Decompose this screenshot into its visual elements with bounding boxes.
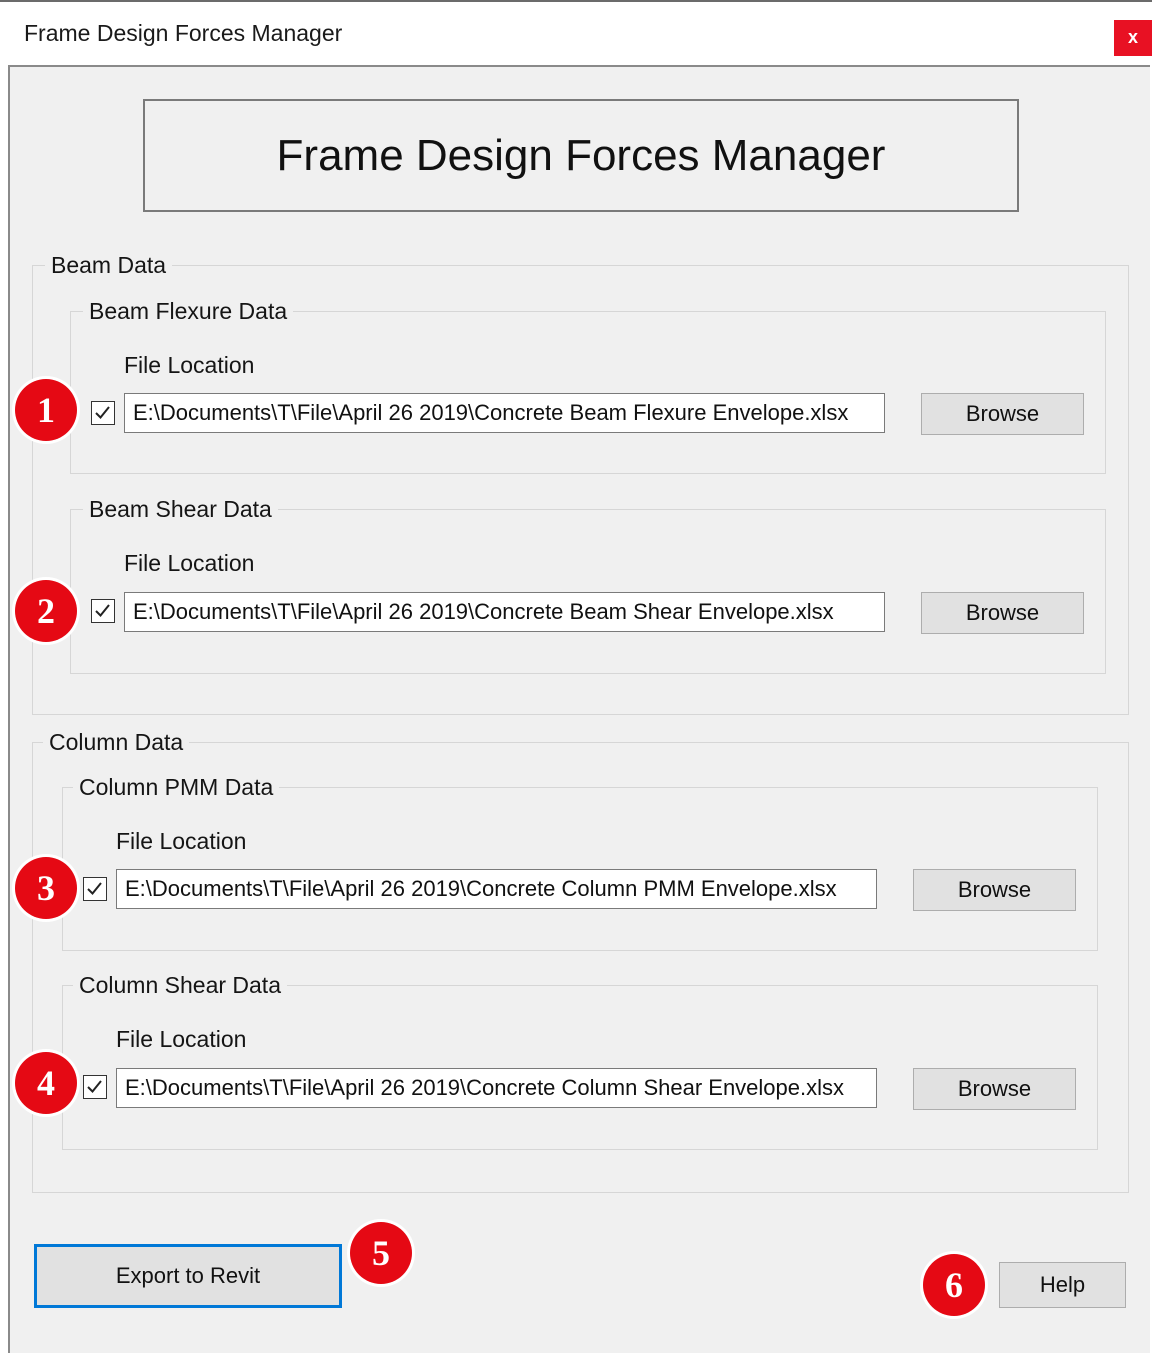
annotation-badge-3: 3 bbox=[15, 857, 77, 919]
checkmark-icon bbox=[95, 406, 110, 419]
annotation-badge-2: 2 bbox=[15, 580, 77, 642]
annotation-badge-6: 6 bbox=[923, 1254, 985, 1316]
column-shear-browse-button[interactable]: Browse bbox=[913, 1068, 1076, 1110]
checkmark-icon bbox=[87, 882, 102, 895]
window-top-border bbox=[0, 0, 1152, 2]
column-shear-checkbox[interactable] bbox=[83, 1075, 107, 1099]
beam-flexure-file-label: File Location bbox=[124, 352, 255, 378]
column-data-legend: Column Data bbox=[43, 729, 190, 756]
annotation-badge-1: 1 bbox=[15, 379, 77, 441]
beam-flexure-checkbox[interactable] bbox=[91, 401, 115, 425]
beam-shear-file-label: File Location bbox=[124, 550, 255, 576]
header-title: Frame Design Forces Manager bbox=[276, 130, 886, 180]
checkmark-icon bbox=[87, 1080, 102, 1093]
checkmark-icon bbox=[95, 604, 110, 617]
column-pmm-file-label: File Location bbox=[116, 828, 247, 854]
column-pmm-browse-button[interactable]: Browse bbox=[913, 869, 1076, 911]
column-shear-path-input[interactable]: E:\Documents\T\File\April 26 2019\Concre… bbox=[116, 1068, 877, 1108]
beam-shear-browse-button[interactable]: Browse bbox=[921, 592, 1084, 634]
header-banner: Frame Design Forces Manager bbox=[143, 99, 1019, 212]
column-shear-file-label: File Location bbox=[116, 1026, 247, 1052]
column-pmm-checkbox[interactable] bbox=[83, 877, 107, 901]
beam-flexure-browse-button[interactable]: Browse bbox=[921, 393, 1084, 435]
close-button[interactable]: x bbox=[1114, 20, 1152, 56]
annotation-badge-4: 4 bbox=[15, 1052, 77, 1114]
column-shear-legend: Column Shear Data bbox=[73, 972, 287, 999]
export-to-revit-button[interactable]: Export to Revit bbox=[34, 1244, 342, 1308]
column-pmm-path-input[interactable]: E:\Documents\T\File\April 26 2019\Concre… bbox=[116, 869, 877, 909]
column-pmm-legend: Column PMM Data bbox=[73, 774, 280, 801]
beam-shear-legend: Beam Shear Data bbox=[83, 496, 278, 523]
help-button[interactable]: Help bbox=[999, 1262, 1126, 1308]
beam-shear-checkbox[interactable] bbox=[91, 599, 115, 623]
beam-flexure-path-input[interactable]: E:\Documents\T\File\April 26 2019\Concre… bbox=[124, 393, 885, 433]
window-title: Frame Design Forces Manager bbox=[24, 20, 343, 46]
beam-data-legend: Beam Data bbox=[45, 252, 173, 279]
beam-shear-path-input[interactable]: E:\Documents\T\File\April 26 2019\Concre… bbox=[124, 592, 885, 632]
beam-flexure-legend: Beam Flexure Data bbox=[83, 298, 294, 325]
annotation-badge-5: 5 bbox=[350, 1222, 412, 1284]
